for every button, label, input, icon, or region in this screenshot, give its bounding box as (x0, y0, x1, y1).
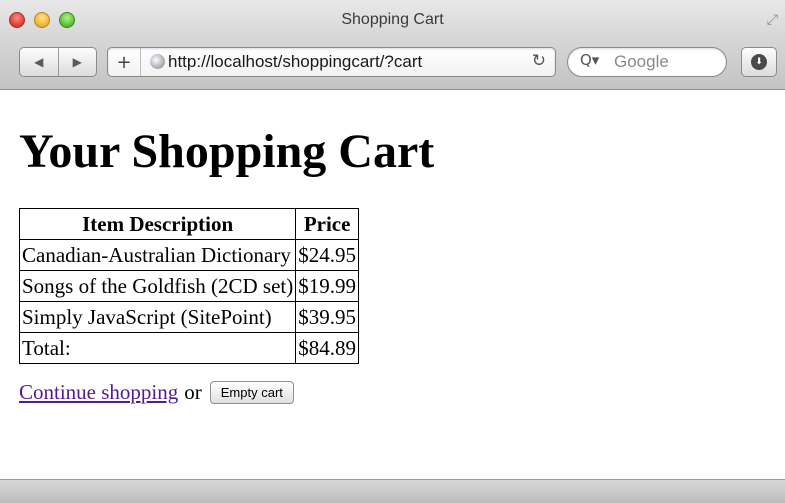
cart-table: Item Description Price Canadian-Australi… (18, 208, 359, 364)
window-title: Shopping Cart (341, 11, 444, 28)
download-icon: ⬇ (751, 54, 767, 70)
page-content: Your Shopping Cart Item Description Pric… (18, 90, 779, 405)
plus-icon: + (116, 51, 132, 73)
total-row: Total: $84.89 (18, 332, 359, 364)
fullscreen-icon[interactable]: ⤢ (767, 12, 778, 28)
item-price: $24.95 (295, 239, 359, 271)
empty-cart-button[interactable]: Empty cart (209, 381, 294, 404)
or-text: or (184, 380, 202, 404)
item-price: $19.99 (295, 270, 359, 302)
table-header-row: Item Description Price (18, 208, 359, 240)
cart-actions: Continue shopping or Empty cart (19, 380, 779, 405)
column-header-price: Price (295, 208, 359, 240)
add-bookmark-button[interactable]: + (108, 48, 141, 76)
column-header-description: Item Description (18, 208, 297, 240)
continue-shopping-link[interactable]: Continue shopping (19, 380, 178, 405)
total-label: Total: (18, 332, 297, 364)
back-button[interactable]: ◀ (20, 48, 58, 76)
item-description: Canadian-Australian Dictionary (18, 239, 297, 271)
url-field[interactable]: http://localhost/shoppingcart/?cart (168, 52, 508, 72)
back-forward-group: ◀ ▶ (19, 47, 97, 77)
table-row: Songs of the Goldfish (2CD set) $19.99 (18, 270, 359, 302)
address-bar[interactable]: + http://localhost/shoppingcart/?cart ↻ (107, 47, 556, 77)
total-value: $84.89 (295, 332, 359, 364)
search-icon[interactable]: Q▾ (580, 51, 599, 69)
forward-button[interactable]: ▶ (57, 48, 97, 76)
reload-icon[interactable]: ↻ (532, 51, 546, 71)
table-row: Simply JavaScript (SitePoint) $39.95 (18, 301, 359, 333)
table-row: Canadian-Australian Dictionary $24.95 (18, 239, 359, 271)
item-description: Simply JavaScript (SitePoint) (18, 301, 297, 333)
item-description: Songs of the Goldfish (2CD set) (18, 270, 297, 302)
globe-icon (150, 54, 165, 69)
downloads-button[interactable]: ⬇ (741, 47, 777, 77)
search-field[interactable]: Q▾ Google (567, 47, 727, 77)
browser-toolbar: Shopping Cart ⤢ ◀ ▶ + http://localhost/s… (0, 0, 785, 90)
forward-arrow-icon: ▶ (72, 55, 82, 69)
back-arrow-icon: ◀ (34, 55, 44, 69)
search-placeholder: Google (614, 52, 669, 71)
status-bar (0, 479, 785, 503)
item-price: $39.95 (295, 301, 359, 333)
page-title: Your Shopping Cart (19, 125, 435, 178)
